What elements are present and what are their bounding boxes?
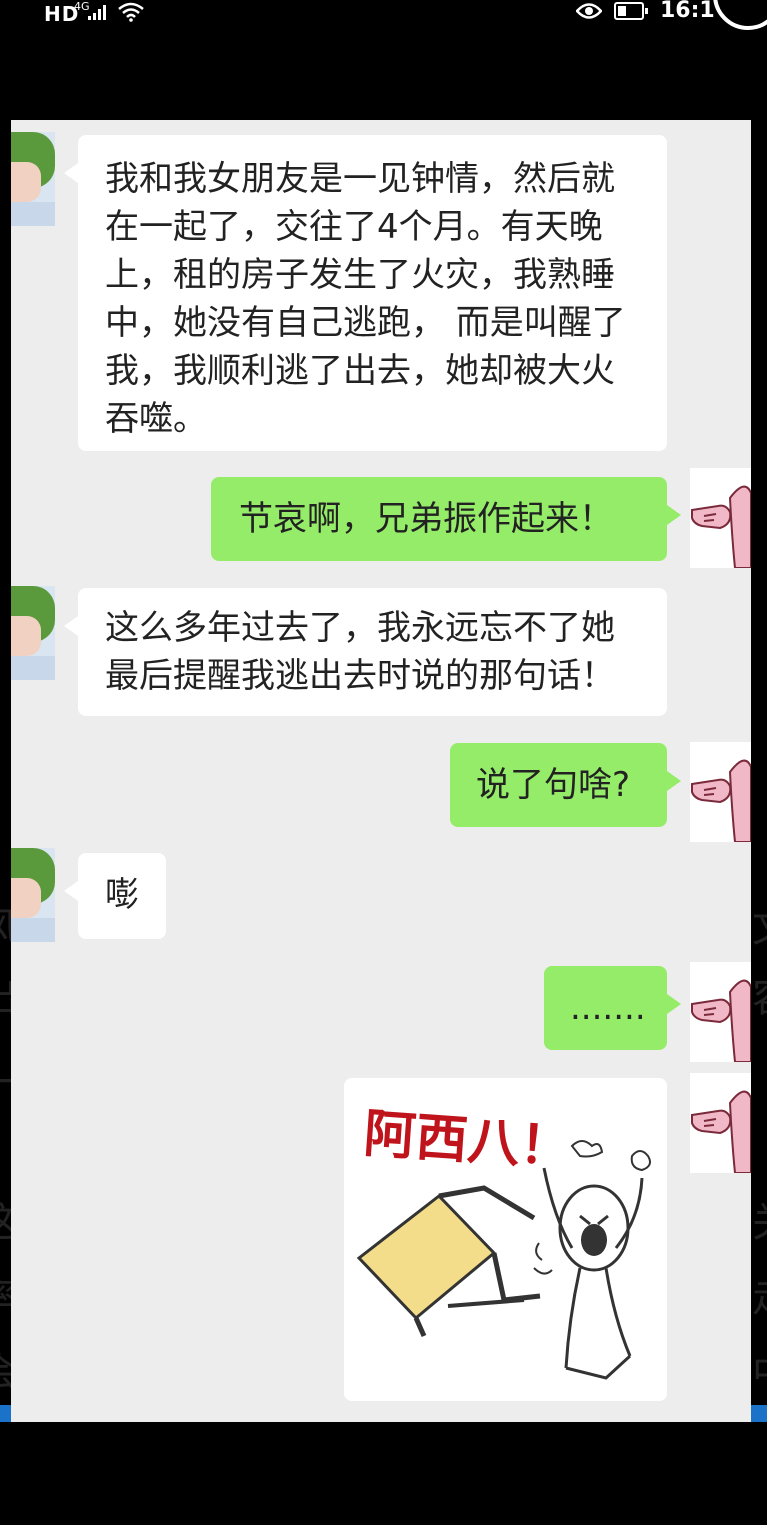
friend-avatar[interactable] [11, 586, 55, 680]
message-bubble-sent[interactable]: 说了句啥? [450, 743, 681, 827]
bottom-bar [0, 1422, 767, 1525]
my-avatar[interactable] [690, 962, 751, 1062]
chat-window[interactable]: 我和我女朋友是一见钟情，然后就在一起了，交往了4个月。有天晚上，租的房子发生了火… [11, 120, 751, 1422]
edge-text-right: 中 [752, 1340, 767, 1398]
wifi-icon [118, 2, 144, 22]
edge-text-right: 关 [752, 1190, 767, 1248]
message-bubble-sent[interactable]: ....... [544, 966, 681, 1050]
status-bar: HD 4G 16:1 [0, 0, 767, 120]
clock: 16:1 [660, 0, 715, 23]
recording-indicator [713, 0, 767, 30]
friend-avatar[interactable] [11, 132, 55, 226]
my-avatar[interactable] [690, 468, 751, 568]
friend-avatar[interactable] [11, 848, 55, 942]
battery-icon [614, 2, 648, 20]
signal-icon [88, 5, 106, 20]
edge-text-right: 容 [752, 965, 767, 1023]
edge-text-right: 走 [752, 1265, 767, 1323]
message-bubble-received[interactable]: 我和我女朋友是一见钟情，然后就在一起了，交往了4个月。有天晚上，租的房子发生了火… [64, 135, 667, 451]
message-bubble-sent[interactable]: 节哀啊，兄弟振作起来！ [211, 477, 681, 561]
message-bubble-received[interactable]: 这么多年过去了，我永远忘不了她最后提醒我逃出去时说的那句话！ [64, 588, 667, 716]
eye-comfort-icon [576, 3, 602, 19]
edge-text-right: 文 [752, 895, 767, 953]
my-avatar[interactable] [690, 742, 751, 842]
my-avatar[interactable] [690, 1073, 751, 1173]
message-bubble-received[interactable]: 嘭 [64, 853, 166, 939]
sticker-message[interactable]: 阿西八！ [344, 1078, 667, 1401]
